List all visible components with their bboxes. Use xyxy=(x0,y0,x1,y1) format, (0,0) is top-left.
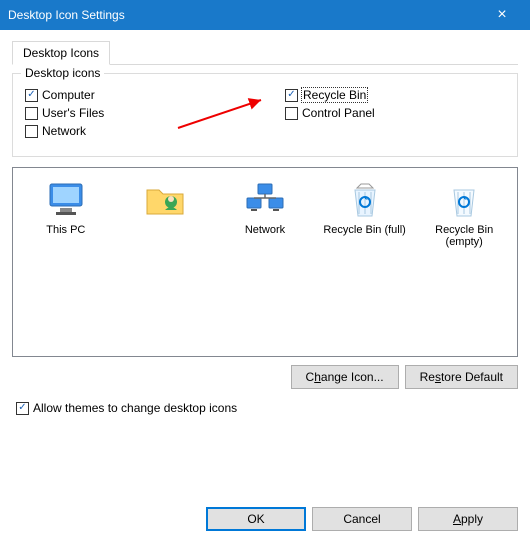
recyclebin-full-icon xyxy=(341,180,389,220)
folder-user-icon xyxy=(141,180,189,220)
computer-checkbox[interactable] xyxy=(25,89,38,102)
icon-preview-list[interactable]: This PC Network Recycle Bin (full) Recyc… xyxy=(12,167,518,357)
icon-recycle-empty[interactable]: Recycle Bin (empty) xyxy=(419,180,509,248)
recyclebin-checkbox[interactable] xyxy=(285,89,298,102)
desktop-icons-group: Desktop icons Computer Recycle Bin User'… xyxy=(12,73,518,157)
icon-label: This PC xyxy=(46,224,85,236)
titlebar: Desktop Icon Settings × xyxy=(0,0,530,30)
icon-recycle-full[interactable]: Recycle Bin (full) xyxy=(320,180,410,236)
icon-this-pc[interactable]: This PC xyxy=(21,180,111,236)
cancel-button[interactable]: Cancel xyxy=(312,507,412,531)
icon-label: Recycle Bin (empty) xyxy=(419,224,509,248)
icon-label: Network xyxy=(245,224,285,236)
network-icon xyxy=(241,180,289,220)
usersfiles-label: User's Files xyxy=(42,106,104,120)
group-legend: Desktop icons xyxy=(21,66,104,80)
allow-themes-row: Allow themes to change desktop icons xyxy=(16,401,518,415)
network-checkbox[interactable] xyxy=(25,125,38,138)
computer-label: Computer xyxy=(42,88,95,102)
controlpanel-label: Control Panel xyxy=(302,106,375,120)
usersfiles-checkbox[interactable] xyxy=(25,107,38,120)
icon-network[interactable]: Network xyxy=(220,180,310,236)
tab-strip: Desktop Icons xyxy=(12,40,518,65)
icon-buttons-row: Change Icon... Restore Default xyxy=(12,365,518,389)
window-title: Desktop Icon Settings xyxy=(8,8,482,22)
recyclebin-empty-icon xyxy=(440,180,488,220)
tab-desktop-icons[interactable]: Desktop Icons xyxy=(12,41,110,65)
ok-button[interactable]: OK xyxy=(206,507,306,531)
icon-label: Recycle Bin (full) xyxy=(323,224,406,236)
restore-default-button[interactable]: Restore Default xyxy=(405,365,518,389)
allow-themes-label: Allow themes to change desktop icons xyxy=(33,401,237,415)
close-icon[interactable]: × xyxy=(482,6,522,24)
dialog-content: Desktop Icons Desktop icons Computer Rec… xyxy=(0,30,530,425)
allow-themes-checkbox[interactable] xyxy=(16,402,29,415)
apply-button[interactable]: Apply xyxy=(418,507,518,531)
controlpanel-checkbox[interactable] xyxy=(285,107,298,120)
network-label: Network xyxy=(42,124,86,138)
change-icon-button[interactable]: Change Icon... xyxy=(291,365,399,389)
recyclebin-label: Recycle Bin xyxy=(302,88,367,102)
icon-user-folder[interactable] xyxy=(121,180,211,224)
dialog-footer: OK Cancel Apply xyxy=(0,497,530,541)
monitor-icon xyxy=(42,180,90,220)
